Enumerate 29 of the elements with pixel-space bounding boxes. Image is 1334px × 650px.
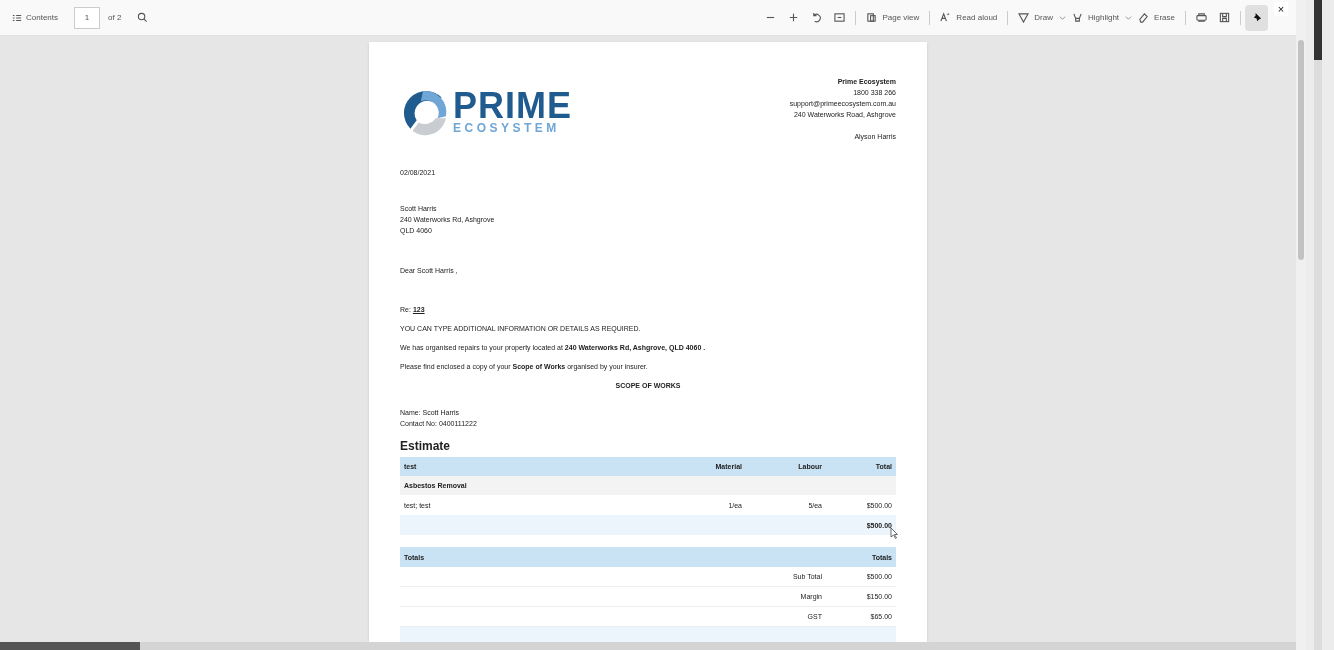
logo-subtext: ECOSYSTEM xyxy=(453,121,561,134)
mouse-pointer-icon xyxy=(890,527,898,539)
estimate-title: Estimate xyxy=(400,438,451,454)
search-icon xyxy=(137,12,149,23)
page-count: of 2 xyxy=(108,11,122,24)
save-icon xyxy=(1219,12,1230,23)
highlighter-icon xyxy=(1071,12,1083,23)
eraser-icon xyxy=(1138,12,1150,23)
erase-button[interactable]: Erase xyxy=(1132,4,1181,31)
triangle-pen-icon xyxy=(1018,12,1030,23)
page-view-button[interactable]: Page view xyxy=(860,4,926,31)
contents-button[interactable]: Contents xyxy=(8,6,63,29)
pin-icon xyxy=(1251,12,1262,23)
plus-icon xyxy=(788,12,800,23)
close-button[interactable]: × xyxy=(1274,2,1288,16)
read-aloud-button[interactable]: Read aloud xyxy=(934,4,1004,31)
page-icon xyxy=(866,12,878,23)
draw-button[interactable]: Draw xyxy=(1012,4,1059,31)
list-icon xyxy=(12,12,22,23)
fit-page-icon xyxy=(834,12,846,23)
page-number-field[interactable]: 1 xyxy=(74,6,101,29)
scrollbar[interactable] xyxy=(1314,0,1322,650)
pin-button[interactable] xyxy=(1245,4,1268,31)
highlight-button[interactable]: Highlight xyxy=(1065,4,1126,31)
logo-text: PRIME xyxy=(453,89,572,122)
letter-a-icon xyxy=(940,12,952,23)
rotate-icon xyxy=(811,12,823,23)
printer-icon xyxy=(1196,12,1207,23)
scrollbar[interactable] xyxy=(1296,0,1306,650)
